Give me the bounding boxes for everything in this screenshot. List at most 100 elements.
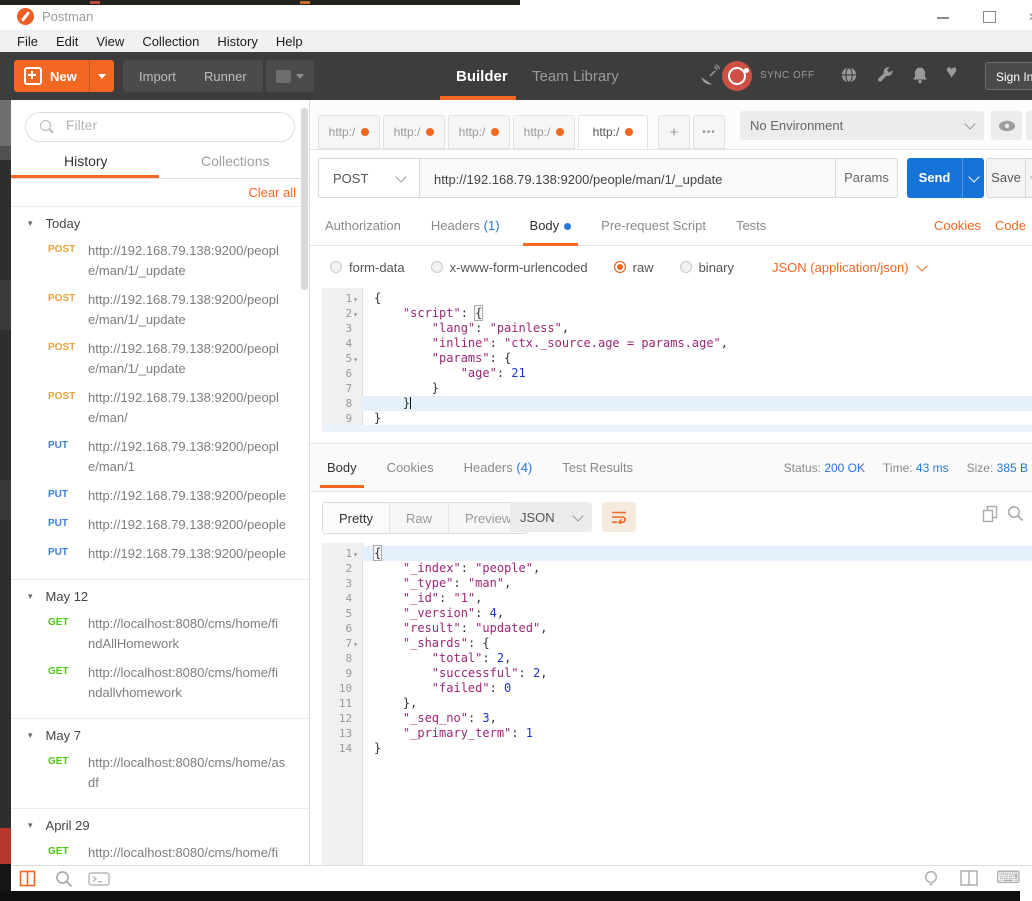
open-request-tab[interactable]: http:/ (448, 115, 510, 149)
save-button[interactable]: Save (986, 158, 1026, 198)
code-line[interactable]: 14▾} (322, 741, 1032, 756)
mode-x-www-form-urlencoded[interactable]: x-www-form-urlencoded (431, 260, 588, 275)
menu-collection[interactable]: Collection (133, 34, 208, 49)
clear-all-link[interactable]: Clear all (248, 185, 296, 200)
minimize-icon[interactable] (932, 7, 954, 27)
global-search-button[interactable] (55, 870, 73, 888)
two-pane-view-button[interactable] (960, 870, 978, 886)
response-tab-body[interactable]: Body (312, 448, 372, 488)
history-item[interactable]: PUT http://192.168.79.138:9200/people (48, 515, 300, 535)
tab-builder[interactable]: Builder (452, 68, 512, 85)
history-item[interactable]: PUT http://192.168.79.138:9200/people/ma… (48, 437, 300, 477)
code-line[interactable]: 3▾ "lang": "painless", (322, 321, 1032, 336)
close-icon[interactable]: ✕ (1022, 7, 1032, 27)
new-button[interactable]: New (14, 60, 114, 92)
runner-button[interactable]: Runner (188, 60, 263, 92)
new-dropdown-caret[interactable] (89, 60, 114, 92)
code-line[interactable]: 9▾ "successful": 2, (322, 666, 1032, 681)
menu-edit[interactable]: Edit (47, 34, 87, 49)
link-cookies[interactable]: Cookies (934, 218, 981, 233)
code-line[interactable]: 3▾ "_type": "man", (322, 576, 1032, 591)
request-body-editor[interactable]: 1▾{ 2▾ "script": { 3▾ "lang": "painless"… (310, 288, 1032, 432)
code-line[interactable]: 7▾ "_shards": { (322, 636, 1032, 651)
code-line[interactable]: 9▾} (322, 411, 1032, 426)
history-item[interactable]: PUT http://192.168.79.138:9200/people (48, 544, 300, 564)
satellite-icon[interactable] (698, 64, 720, 86)
menu-view[interactable]: View (87, 34, 133, 49)
send-options-caret[interactable] (962, 158, 984, 198)
history-group-header[interactable]: ▾May 7 (28, 728, 310, 743)
sidebar-toggle-button[interactable] (19, 870, 36, 887)
params-button[interactable]: Params (836, 158, 898, 198)
code-line[interactable]: 2▾ "_index": "people", (322, 561, 1032, 576)
globe-icon[interactable] (840, 66, 858, 84)
mode-binary[interactable]: binary (680, 260, 734, 275)
method-select[interactable]: POST (318, 158, 420, 198)
menu-help[interactable]: Help (267, 34, 312, 49)
environment-select[interactable]: No Environment (740, 111, 984, 140)
history-group-header[interactable]: ▾April 29 (28, 818, 310, 833)
open-request-tab[interactable]: http:/ (578, 115, 648, 149)
sidebar-scrollbar[interactable] (301, 108, 308, 290)
mode-form-data[interactable]: form-data (330, 260, 405, 275)
send-button[interactable]: Send (907, 158, 984, 198)
tab-team-library[interactable]: Team Library (528, 68, 623, 85)
history-item[interactable]: GET http://localhost:8080/cms/home/finda… (48, 663, 300, 703)
save-options-caret[interactable] (1026, 158, 1032, 198)
code-line[interactable]: 6▾ "result": "updated", (322, 621, 1032, 636)
tab-history[interactable]: History (11, 150, 161, 178)
mode-raw[interactable]: raw (614, 260, 654, 275)
menu-file[interactable]: File (8, 34, 47, 49)
response-tab-cookies[interactable]: Cookies (372, 448, 449, 488)
import-button[interactable]: Import (123, 60, 192, 92)
hints-button[interactable] (924, 870, 938, 888)
environment-settings-button[interactable]: ⚙ (1026, 111, 1032, 140)
code-line[interactable]: 1▾{ (322, 546, 1032, 561)
content-type-select[interactable]: JSON (application/json) (772, 260, 926, 275)
bell-icon[interactable] (911, 66, 929, 84)
history-group-header[interactable]: ▾Today (28, 216, 310, 231)
sync-icon[interactable] (722, 61, 752, 91)
new-collection-button[interactable] (266, 60, 314, 92)
tab-body[interactable]: Body (515, 206, 587, 246)
maximize-icon[interactable] (978, 7, 1000, 27)
open-request-tab[interactable]: http:/ (383, 115, 445, 149)
more-tabs-button[interactable]: ••• (693, 115, 725, 149)
wrap-lines-button[interactable] (602, 502, 636, 532)
console-button[interactable] (88, 872, 110, 886)
url-input[interactable] (420, 159, 834, 199)
filter-input[interactable] (64, 116, 278, 134)
tab-pre-request-script[interactable]: Pre-request Script (586, 206, 721, 246)
code-line[interactable]: 1▾{ (322, 291, 1032, 306)
code-line[interactable]: 4▾ "inline": "ctx._source.age = params.a… (322, 336, 1032, 351)
history-item[interactable]: POST http://192.168.79.138:9200/people/m… (48, 339, 300, 379)
code-line[interactable]: 5▾ "params": { (322, 351, 1032, 366)
menu-history[interactable]: History (208, 34, 266, 49)
history-item[interactable]: GET http://localhost:8080/cms/home/findA… (48, 614, 300, 654)
code-line[interactable]: 6▾ "age": 21 (322, 366, 1032, 381)
heart-icon[interactable]: ♥ (946, 62, 957, 84)
tab-tests[interactable]: Tests (721, 206, 781, 246)
view-raw[interactable]: Raw (390, 503, 449, 533)
code-line[interactable]: 2▾ "script": { (322, 306, 1032, 321)
history-item[interactable]: POST http://192.168.79.138:9200/people/m… (48, 241, 300, 281)
response-body-editor[interactable]: 1▾{ 2▾ "_index": "people", 3▾ "_type": "… (310, 543, 1032, 865)
code-line[interactable]: 12▾ "_seq_no": 3, (322, 711, 1032, 726)
code-line[interactable]: 10▾ "failed": 0 (322, 681, 1032, 696)
code-line[interactable]: 8▾ "total": 2, (322, 651, 1032, 666)
code-line[interactable]: 7▾ } (322, 381, 1032, 396)
new-tab-button[interactable]: + (658, 115, 690, 149)
open-request-tab[interactable]: http:/ (318, 115, 380, 149)
wrench-icon[interactable] (876, 66, 894, 84)
code-line[interactable]: 4▾ "_id": "1", (322, 591, 1032, 606)
code-line[interactable]: 5▾ "_version": 4, (322, 606, 1032, 621)
history-item[interactable]: PUT http://192.168.79.138:9200/people (48, 486, 300, 506)
filter-box[interactable] (25, 112, 295, 142)
tab-headers[interactable]: Headers (1) (416, 206, 515, 246)
history-item[interactable]: GET http://localhost:8080/cms/home/asdf (48, 753, 300, 793)
copy-response-button[interactable] (982, 505, 998, 523)
code-line[interactable]: 13▾ "_primary_term": 1 (322, 726, 1032, 741)
code-line[interactable]: 11▾ }, (322, 696, 1032, 711)
view-pretty[interactable]: Pretty (323, 503, 390, 533)
environment-preview-button[interactable] (991, 111, 1022, 140)
